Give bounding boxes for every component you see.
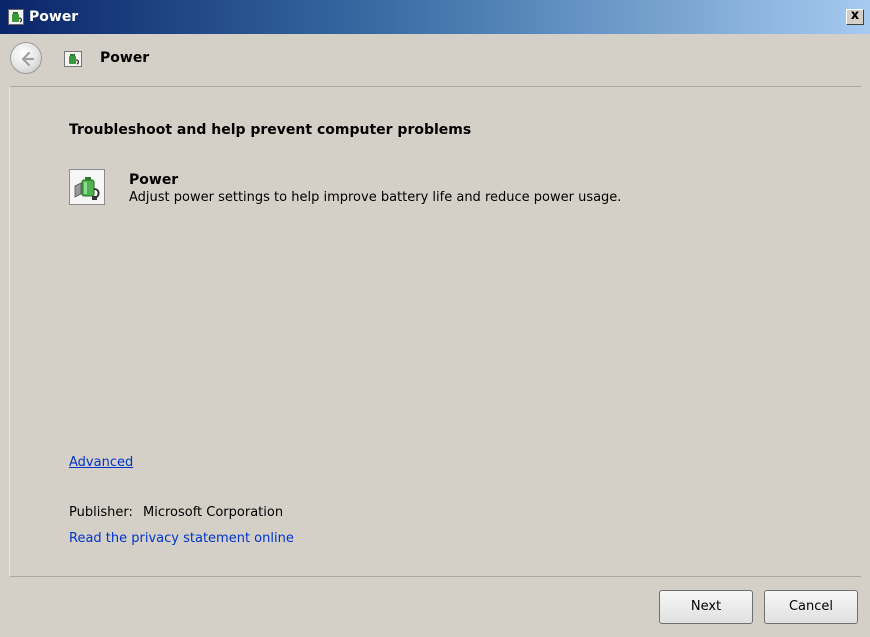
power-troubleshooter-icon xyxy=(64,50,82,68)
nav-title: Power xyxy=(100,50,150,66)
item-description: Adjust power settings to help improve ba… xyxy=(129,190,622,205)
privacy-statement-link[interactable]: Read the privacy statement online xyxy=(69,530,294,548)
advanced-link[interactable]: Advanced xyxy=(69,454,133,472)
publisher-name: Microsoft Corporation xyxy=(142,505,284,520)
navigation-bar: Power xyxy=(0,34,870,84)
cancel-button[interactable]: Cancel xyxy=(764,590,858,624)
title-bar: Power x xyxy=(0,0,870,34)
next-button[interactable]: Next xyxy=(659,590,753,624)
publisher-label: Publisher: xyxy=(69,505,133,520)
content-panel: Troubleshoot and help prevent computer p… xyxy=(9,86,861,577)
close-icon: x xyxy=(850,8,860,23)
power-troubleshooter-icon xyxy=(8,9,24,25)
page-heading: Troubleshoot and help prevent computer p… xyxy=(69,122,472,138)
window-title: Power xyxy=(29,9,79,25)
item-title: Power xyxy=(129,172,179,188)
power-plug-battery-icon xyxy=(69,169,105,205)
back-button[interactable] xyxy=(10,42,42,74)
close-button[interactable]: x xyxy=(846,9,864,25)
publisher-info: Publisher: Microsoft Corporation xyxy=(69,504,283,522)
back-arrow-icon xyxy=(21,51,35,67)
troubleshooter-item: Power Adjust power settings to help impr… xyxy=(69,167,769,211)
